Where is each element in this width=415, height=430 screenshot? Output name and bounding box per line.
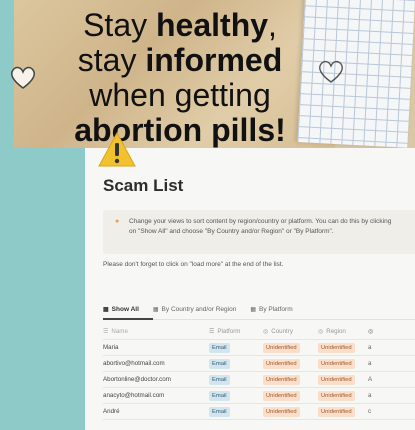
headline-line-2: stay informed xyxy=(77,42,283,78)
platform-tag: Email xyxy=(209,374,230,385)
region-tag: Unidentified xyxy=(318,390,355,401)
table-row[interactable]: Abortonline@doctor.com Email Unidentifie… xyxy=(103,372,415,388)
cell-country: Unidentified xyxy=(263,406,318,417)
cell-platform: Email xyxy=(209,406,263,417)
platform-tag: Email xyxy=(209,358,230,369)
region-tag: Unidentified xyxy=(318,358,355,369)
heart-icon xyxy=(319,60,343,83)
notion-page: Scam List ● Change your views to sort co… xyxy=(85,148,415,430)
headline-line-3: when getting xyxy=(89,77,271,113)
text-icon: ☰ xyxy=(103,329,109,335)
scam-table: ☰ Name ☰ Platform ◎ Country ◎ Region ◎ Maria… xyxy=(103,324,415,420)
table-row[interactable]: abortivo@hotmail.com Email Unidentified … xyxy=(103,356,415,372)
country-tag: Unidentified xyxy=(263,342,300,353)
column-header-name[interactable]: ☰ Name xyxy=(103,328,209,335)
table-icon: ▦ xyxy=(103,307,109,313)
platform-tag: Email xyxy=(209,406,230,417)
cell-region: Unidentified xyxy=(318,374,368,385)
callout-text-1: Change your views to sort content by reg… xyxy=(129,218,392,225)
region-tag: Unidentified xyxy=(318,342,355,353)
lightbulb-icon: ● xyxy=(115,218,120,225)
headline-line-4: abortion pills! xyxy=(74,112,286,148)
platform-tag: Email xyxy=(209,390,230,401)
table-icon: ▦ xyxy=(152,307,159,313)
headline-line-1: Stay healthy, xyxy=(83,7,277,43)
view-tabs: ▦ Show All ▦ By Country and/or Region ▦ … xyxy=(103,306,293,313)
load-more-note: Please don't forget to click on "load mo… xyxy=(103,261,284,268)
tab-show-all[interactable]: ▦ Show All xyxy=(103,306,139,313)
select-icon: ◎ xyxy=(263,329,269,335)
cell-region: Unidentified xyxy=(318,342,368,353)
cell-name: Abortonline@doctor.com xyxy=(103,376,171,383)
cell-country: Unidentified xyxy=(263,374,318,385)
warning-icon xyxy=(98,131,136,167)
cell-region: Unidentified xyxy=(318,406,368,417)
cell-platform: Email xyxy=(209,342,263,353)
table-header: ☰ Name ☰ Platform ◎ Country ◎ Region ◎ xyxy=(103,324,415,340)
cell-name: André xyxy=(103,408,120,415)
tab-by-country-region[interactable]: ▦ By Country and/or Region xyxy=(153,306,236,313)
heart-icon xyxy=(11,66,35,89)
country-tag: Unidentified xyxy=(263,390,300,401)
headline: Stay healthy, stay informed when getting… xyxy=(30,8,330,148)
active-tab-underline xyxy=(103,318,153,320)
callout-box: ● Change your views to sort content by r… xyxy=(103,210,415,254)
collage-banner: Stay healthy, stay informed when getting… xyxy=(0,0,415,148)
select-icon: ◎ xyxy=(318,329,324,335)
cell-extra: a xyxy=(368,360,372,367)
table-row[interactable]: anacyto@hotmail.com Email Unidentified U… xyxy=(103,388,415,404)
region-tag: Unidentified xyxy=(318,374,355,385)
cell-platform: Email xyxy=(209,390,263,401)
cell-region: Unidentified xyxy=(318,390,368,401)
table-row[interactable]: Maria Email Unidentified Unidentified a xyxy=(103,340,415,356)
page-title: Scam List xyxy=(103,176,184,195)
country-tag: Unidentified xyxy=(263,406,300,417)
cell-extra: a xyxy=(368,392,372,399)
callout-text-2: on "Show All" and choose "By Country and… xyxy=(129,228,334,235)
column-header-country[interactable]: ◎ Country xyxy=(263,328,318,335)
cell-platform: Email xyxy=(209,358,263,369)
region-tag: Unidentified xyxy=(318,406,355,417)
select-icon: ◎ xyxy=(368,329,374,335)
cell-extra: a xyxy=(368,344,372,351)
cell-name: Maria xyxy=(103,344,119,351)
cell-region: Unidentified xyxy=(318,358,368,369)
cell-country: Unidentified xyxy=(263,390,318,401)
cell-extra: A xyxy=(368,376,373,383)
country-tag: Unidentified xyxy=(263,358,300,369)
list-icon: ☰ xyxy=(209,329,215,335)
column-header-region[interactable]: ◎ Region xyxy=(318,328,368,335)
cell-platform: Email xyxy=(209,374,263,385)
tab-by-platform[interactable]: ▦ By Platform xyxy=(250,306,292,313)
cell-country: Unidentified xyxy=(263,342,318,353)
column-header-platform[interactable]: ☰ Platform xyxy=(209,328,263,335)
table-row[interactable]: André Email Unidentified Unidentified c xyxy=(103,404,415,420)
cell-country: Unidentified xyxy=(263,358,318,369)
cell-extra: c xyxy=(368,408,372,415)
table-icon: ▦ xyxy=(250,307,257,313)
cell-name: anacyto@hotmail.com xyxy=(103,392,165,399)
column-header-extra[interactable]: ◎ xyxy=(368,328,398,335)
platform-tag: Email xyxy=(209,342,230,353)
cell-name: abortivo@hotmail.com xyxy=(103,360,165,367)
country-tag: Unidentified xyxy=(263,374,300,385)
